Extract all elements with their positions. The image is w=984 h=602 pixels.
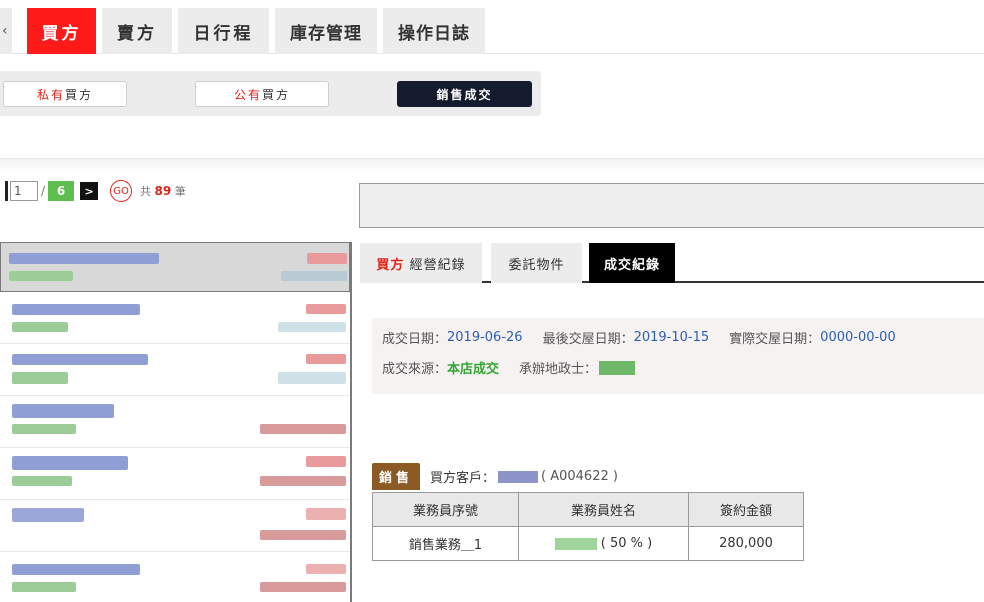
tab-operation-log[interactable]: 操作日誌 — [383, 8, 485, 54]
tab-seller[interactable]: 賣方 — [102, 8, 172, 54]
blurred-text — [306, 508, 346, 520]
public-label: 公有 — [233, 87, 262, 102]
blurred-text — [12, 304, 140, 315]
blurred-text — [12, 582, 76, 592]
blurred-text — [260, 582, 346, 592]
private-label: 私有 — [36, 87, 65, 102]
buyer-list — [0, 242, 352, 602]
list-item[interactable] — [0, 242, 350, 292]
contract-amount: 280,000 — [688, 526, 804, 561]
source-label: 成交來源： — [382, 362, 448, 377]
section-divider — [0, 158, 984, 172]
count-value: 89 — [154, 184, 172, 198]
blurred-text — [12, 322, 68, 332]
sales-table: 業務員序號 業務員姓名 簽約金額 銷售業務＿1 ( 50 % ) 280,000 — [372, 492, 804, 561]
list-item[interactable] — [0, 500, 350, 552]
column-header: 業務員序號 — [372, 492, 519, 527]
blurred-text — [307, 253, 347, 264]
list-item[interactable] — [0, 448, 350, 500]
last-date: 2019-10-15 — [633, 330, 710, 345]
list-item[interactable] — [0, 344, 350, 396]
sales-badge: 銷售 — [372, 463, 420, 490]
blurred-text — [12, 476, 72, 486]
blurred-text — [306, 564, 346, 574]
blurred-text — [281, 271, 347, 281]
blurred-text — [9, 253, 159, 264]
deal-source-row: 成交來源： 本店成交 承辦地政士： — [382, 358, 636, 377]
scroll-left-icon[interactable]: ‹ — [0, 8, 12, 54]
agent-label: 承辦地政士： — [519, 362, 598, 377]
blurred-text — [260, 424, 346, 434]
salesperson-name-cell: ( 50 % ) — [518, 526, 689, 561]
deal-date: 2019-06-26 — [447, 330, 523, 345]
list-item[interactable] — [0, 292, 350, 344]
column-header: 簽約金額 — [688, 492, 804, 527]
buyer-code: ( A004622 ) — [541, 469, 618, 484]
blurred-text — [306, 304, 346, 314]
sales-deal-button[interactable]: 銷售成交 — [397, 81, 532, 107]
blurred-text — [12, 354, 148, 365]
total-pages: 6 — [48, 181, 75, 201]
blurred-text — [278, 322, 346, 332]
salesperson-id: 銷售業務＿1 — [372, 526, 519, 561]
actual-date: 0000-00-00 — [820, 330, 896, 345]
record-count: 共 89 筆 — [140, 183, 186, 199]
buyer-info-box — [359, 183, 984, 228]
tab-buyer-prefix: 買方 — [376, 257, 405, 273]
blurred-agent-name — [599, 360, 636, 375]
column-header: 業務員姓名 — [518, 492, 689, 527]
blurred-text — [12, 404, 114, 418]
deal-date-label: 成交日期： — [382, 332, 448, 347]
blurred-text — [260, 476, 346, 486]
blurred-text — [9, 271, 73, 281]
blurred-text — [306, 456, 346, 467]
buyer-customer-line: 買方客戶： ( A004622 ) — [430, 467, 618, 486]
blurred-text — [12, 424, 76, 434]
list-item[interactable] — [0, 396, 350, 448]
count-prefix: 共 — [140, 185, 152, 198]
next-page-button[interactable]: > — [80, 182, 99, 200]
pagination: 1 / 6 > GO 共 89 筆 — [0, 180, 186, 202]
blurred-buyer-name — [498, 470, 539, 483]
blurred-text — [12, 372, 68, 384]
count-suffix: 筆 — [174, 185, 186, 198]
public-suffix: 買方 — [262, 87, 291, 102]
tab-buyer[interactable]: 買方 — [27, 8, 96, 54]
blurred-text — [306, 354, 346, 364]
pager-edge — [5, 181, 8, 201]
go-button[interactable]: GO — [110, 180, 133, 202]
page-input[interactable]: 1 — [10, 181, 38, 201]
public-buyer-button[interactable]: 公有 買方 — [195, 81, 329, 107]
blurred-text — [260, 530, 346, 540]
page-separator: / — [41, 184, 46, 198]
deal-info-panel: 成交日期： 2019-06-26 最後交屋日期： 2019-10-15 實際交屋… — [372, 318, 984, 394]
blurred-text — [12, 564, 140, 575]
private-buyer-button[interactable]: 私有 買方 — [3, 81, 127, 107]
blurred-text — [12, 508, 84, 522]
deal-dates-row: 成交日期： 2019-06-26 最後交屋日期： 2019-10-15 實際交屋… — [382, 328, 896, 347]
table-row: 銷售業務＿1 ( 50 % ) 280,000 — [372, 526, 804, 561]
tab-buyer-records[interactable]: 買方 經營紀錄 — [360, 243, 482, 283]
buyer-subnav: 私有 買方 公有 買方 銷售成交 — [0, 71, 541, 116]
private-suffix: 買方 — [65, 87, 94, 102]
list-item[interactable] — [0, 552, 350, 602]
tab-buyer-suffix: 經營紀錄 — [409, 257, 466, 273]
salesperson-percent: ( 50 % ) — [600, 536, 653, 551]
blurred-salesperson-name — [554, 537, 597, 550]
actual-date-label: 實際交屋日期： — [729, 332, 821, 347]
tab-deal-records[interactable]: 成交紀錄 — [589, 243, 675, 283]
last-date-label: 最後交屋日期： — [542, 332, 634, 347]
tab-inventory[interactable]: 庫存管理 — [275, 8, 377, 54]
tab-commissioned-items[interactable]: 委託物件 — [491, 243, 582, 283]
buyer-label: 買方客戶： — [430, 471, 496, 486]
main-tab-bar: ‹ 買方 賣方 日行程 庫存管理 操作日誌 — [0, 0, 984, 54]
deal-source: 本店成交 — [447, 362, 500, 377]
blurred-text — [278, 372, 346, 384]
table-header-row: 業務員序號 業務員姓名 簽約金額 — [372, 492, 804, 527]
tab-daily-schedule[interactable]: 日行程 — [178, 8, 269, 54]
blurred-text — [12, 456, 128, 470]
detail-tab-bar: 買方 經營紀錄 委託物件 成交紀錄 — [360, 243, 984, 283]
